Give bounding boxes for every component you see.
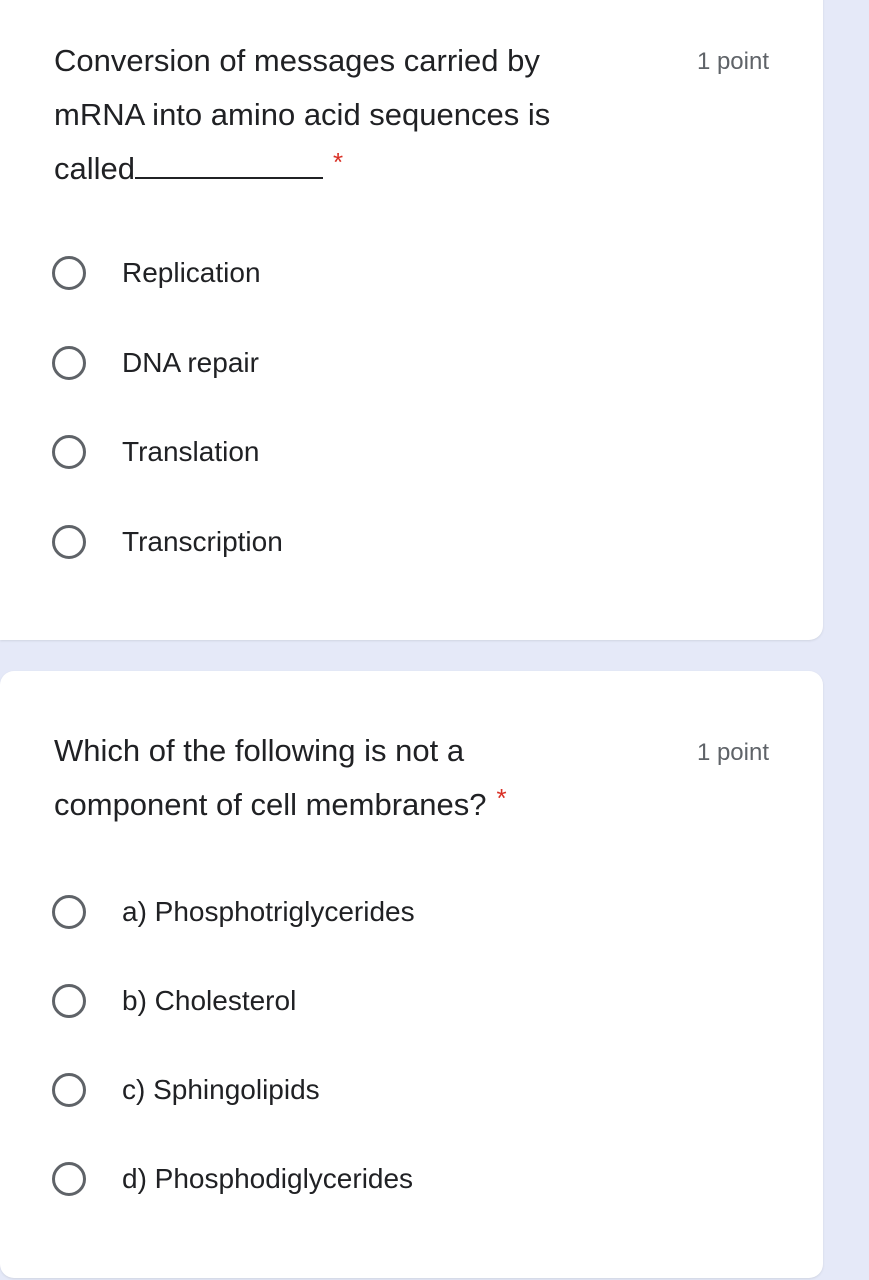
fill-in-blank xyxy=(135,153,323,179)
option-transcription[interactable]: Transcription xyxy=(52,519,283,565)
radio-button-icon[interactable] xyxy=(52,984,86,1018)
option-replication[interactable]: Replication xyxy=(52,250,261,296)
option-phosphodiglycerides[interactable]: d) Phosphodiglycerides xyxy=(52,1156,413,1202)
points-label: 1 point xyxy=(696,48,769,75)
radio-button-icon[interactable] xyxy=(52,256,86,290)
radio-button-icon[interactable] xyxy=(52,525,86,559)
question-title-line: called xyxy=(54,151,135,186)
question-title-line: Conversion of messages carried by xyxy=(54,43,540,78)
radio-button-icon[interactable] xyxy=(52,895,86,929)
question-title: Which of the following is not a componen… xyxy=(54,724,654,833)
points-label: 1 point xyxy=(696,739,769,766)
question-title-line: mRNA into amino acid sequences is xyxy=(54,97,551,132)
required-asterisk: * xyxy=(333,147,344,177)
option-translation[interactable]: Translation xyxy=(52,429,259,475)
radio-button-icon[interactable] xyxy=(52,1073,86,1107)
option-sphingolipids[interactable]: c) Sphingolipids xyxy=(52,1067,320,1113)
option-label: c) Sphingolipids xyxy=(122,1074,320,1105)
option-label: DNA repair xyxy=(122,347,259,378)
question-title-line: Which of the following is not a xyxy=(54,733,465,768)
option-label: b) Cholesterol xyxy=(122,985,297,1016)
radio-button-icon[interactable] xyxy=(52,435,86,469)
question-card-1: Conversion of messages carried by mRNA i… xyxy=(0,0,823,640)
option-dna-repair[interactable]: DNA repair xyxy=(52,340,259,386)
option-cholesterol[interactable]: b) Cholesterol xyxy=(52,978,296,1024)
option-label: Translation xyxy=(122,436,260,467)
option-label: Transcription xyxy=(122,526,283,557)
option-label: a) Phosphotriglycerides xyxy=(122,896,415,927)
option-label: Replication xyxy=(122,257,261,288)
radio-button-icon[interactable] xyxy=(52,346,86,380)
question-title-line: component of cell membranes? xyxy=(54,787,487,822)
radio-button-icon[interactable] xyxy=(52,1162,86,1196)
option-label: d) Phosphodiglycerides xyxy=(122,1163,414,1194)
option-phosphotriglycerides[interactable]: a) Phosphotriglycerides xyxy=(52,889,415,935)
question-card-2: Which of the following is not a componen… xyxy=(0,671,823,1278)
required-asterisk: * xyxy=(496,783,507,813)
question-title: Conversion of messages carried by mRNA i… xyxy=(54,34,654,197)
